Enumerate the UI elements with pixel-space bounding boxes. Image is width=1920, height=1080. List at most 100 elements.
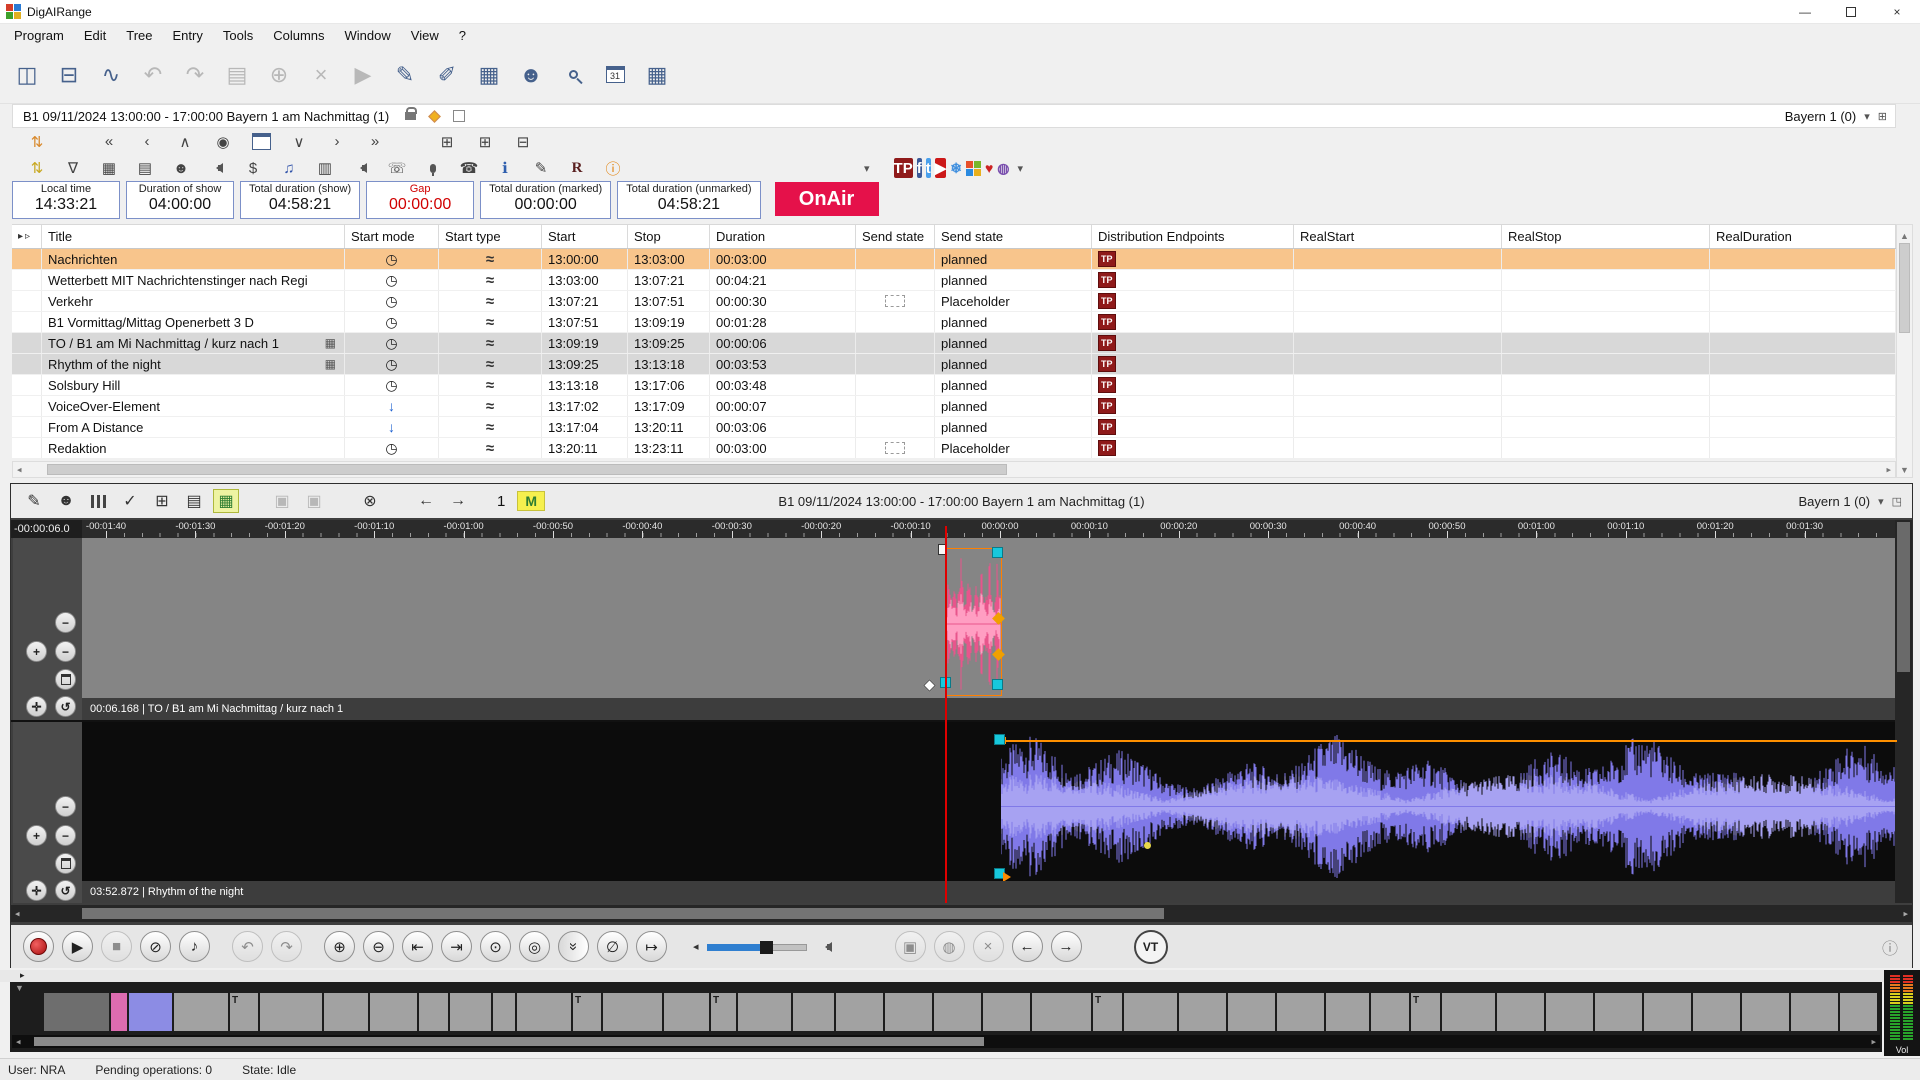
overview-block[interactable]: T (230, 993, 258, 1031)
fade-handle[interactable] (992, 547, 1003, 558)
column-header-realstop[interactable]: RealStop (1502, 225, 1710, 248)
music-icon[interactable]: ♫ (278, 158, 300, 178)
speaker-icon[interactable] (815, 937, 837, 957)
filter-icon[interactable]: ∇ (62, 158, 84, 178)
globe-icon[interactable]: ◍ (997, 158, 1009, 178)
edit-entry-icon[interactable]: ✎ (390, 59, 420, 91)
overview-block[interactable] (1124, 993, 1177, 1031)
overview-block[interactable] (111, 993, 127, 1031)
confirm-icon[interactable]: ✓ (117, 489, 143, 513)
play-button[interactable]: ▶ (62, 931, 93, 962)
minimize-button[interactable]: — (1782, 0, 1828, 24)
table-row[interactable]: Wetterbett MIT Nachrichtenstinger nach R… (12, 270, 1896, 291)
column-header-realstart[interactable]: RealStart (1294, 225, 1502, 248)
go-first-icon[interactable]: « (98, 132, 120, 152)
exit-marker-button[interactable]: ↦ (636, 931, 667, 962)
editor-channel-dropdown-icon[interactable]: ▾ (1878, 495, 1884, 508)
search-icon[interactable] (558, 59, 588, 91)
clip-end-handle[interactable] (992, 679, 1003, 690)
overview-block[interactable] (738, 993, 791, 1031)
zoom-out-button[interactable]: ⊖ (363, 931, 394, 962)
overview-block[interactable] (1228, 993, 1275, 1031)
overview-block[interactable] (1442, 993, 1495, 1031)
overview-block[interactable]: T (573, 993, 601, 1031)
table-settings-icon[interactable]: ▦ (474, 59, 504, 91)
delete-track-button[interactable] (55, 669, 76, 690)
zoom-out-track-button[interactable]: − (55, 641, 76, 662)
scroll-left-icon[interactable]: ◂ (17, 464, 22, 475)
overview-block[interactable] (885, 993, 932, 1031)
overview-block[interactable] (793, 993, 834, 1031)
editor-hscroll-thumb[interactable] (82, 908, 1164, 919)
audio-icon[interactable] (350, 158, 372, 178)
zoom-fit-button[interactable]: ◎ (519, 931, 550, 962)
current-entry-icon[interactable]: ◉ (212, 132, 234, 152)
column-header-start[interactable]: Start (542, 225, 628, 248)
scroll-left-icon[interactable]: ◂ (16, 1036, 21, 1047)
envelope-point[interactable] (1144, 842, 1151, 849)
zoom-in-track-button[interactable]: + (26, 825, 47, 846)
move-track-button[interactable]: ✛ (26, 696, 47, 717)
follow-playhead-button[interactable]: » (558, 931, 589, 962)
overview-block[interactable] (419, 993, 448, 1031)
twitter-icon[interactable]: t (926, 158, 931, 178)
channel-dropdown-icon[interactable]: ▾ (1864, 110, 1870, 123)
overview-block[interactable] (1742, 993, 1789, 1031)
overview-block[interactable] (129, 993, 172, 1031)
zoom-in-track-button[interactable]: + (26, 641, 47, 662)
clip-start-handle[interactable] (994, 734, 1005, 745)
cancel-edit-icon[interactable]: ⊗ (357, 489, 383, 513)
menu-program[interactable]: Program (4, 26, 74, 45)
record-button[interactable] (23, 931, 54, 962)
overview-block[interactable]: T (1093, 993, 1122, 1031)
overview-block[interactable] (1791, 993, 1838, 1031)
playlist-hscrollbar[interactable]: ◂ ▸ (12, 461, 1896, 478)
grid-icon[interactable]: ▦ (642, 59, 672, 91)
note-edit-icon[interactable]: ✎ (530, 158, 552, 178)
column-header-distribution-endpoints[interactable]: Distribution Endpoints (1092, 225, 1294, 248)
go-prev-icon[interactable]: ‹ (136, 132, 158, 152)
calendar-entry-icon[interactable] (250, 132, 272, 152)
menu-tree[interactable]: Tree (116, 26, 162, 45)
column-header-start-mode[interactable]: Start mode (345, 225, 439, 248)
table-row[interactable]: Nachrichten◷≈13:00:0013:03:0000:03:00pla… (12, 249, 1896, 270)
overview-block[interactable]: T (711, 993, 736, 1031)
overview-scroll-thumb[interactable] (34, 1037, 984, 1046)
overview-block[interactable] (174, 993, 228, 1031)
timeline-ruler[interactable]: -00:00:06.0 -00:01:40-00:01:30-00:01:20-… (11, 520, 1897, 538)
nav-right-icon[interactable]: → (445, 489, 471, 513)
overview-block[interactable] (1693, 993, 1740, 1031)
overview-block[interactable] (1371, 993, 1409, 1031)
youtube-icon[interactable]: ▶ (935, 158, 947, 178)
marker-diamond[interactable] (923, 679, 936, 692)
metronome-button[interactable]: ♪ (179, 931, 210, 962)
more-tools-dropdown-icon[interactable]: ▾ (864, 162, 870, 175)
contact-icon[interactable]: ☻ (516, 59, 546, 91)
close-button[interactable]: × (1874, 0, 1920, 24)
table-row[interactable]: Redaktion◷≈13:20:1113:23:1100:03:00Place… (12, 438, 1896, 459)
collapse-track-button[interactable]: − (55, 796, 76, 817)
overview-block[interactable] (983, 993, 1030, 1031)
reset-zoom-button[interactable]: ↺ (55, 696, 76, 717)
paste-icon[interactable]: ▤ (181, 489, 207, 513)
insert-after-icon[interactable]: ⊞ (474, 132, 496, 152)
endpoints-dropdown-icon[interactable]: ▾ (1018, 162, 1024, 175)
lock-icon[interactable] (405, 112, 416, 120)
menu-window[interactable]: Window (335, 26, 401, 45)
menu-item[interactable]: ? (449, 26, 476, 45)
send-state-checkbox[interactable] (885, 442, 905, 454)
facebook-icon[interactable]: f (917, 158, 922, 178)
menu-entry[interactable]: Entry (163, 26, 213, 45)
vscroll-thumb[interactable] (1899, 243, 1910, 333)
playhead[interactable] (945, 526, 947, 903)
table-row[interactable]: From A Distance↓≈13:17:0413:20:1100:03:0… (12, 417, 1896, 438)
overview-block[interactable] (370, 993, 417, 1031)
copy-icon[interactable]: ⊞ (149, 489, 175, 513)
overview-collapse-icon[interactable]: ▼ (15, 983, 24, 993)
track-1-content[interactable] (82, 538, 1897, 698)
volume-handle[interactable] (760, 941, 773, 954)
column-header-send-state[interactable]: Send state (935, 225, 1092, 248)
microphone-icon[interactable] (422, 158, 444, 178)
zoom-out-track-button[interactable]: − (55, 825, 76, 846)
ruler-scale[interactable]: -00:01:40-00:01:30-00:01:20-00:01:10-00:… (82, 520, 1897, 538)
